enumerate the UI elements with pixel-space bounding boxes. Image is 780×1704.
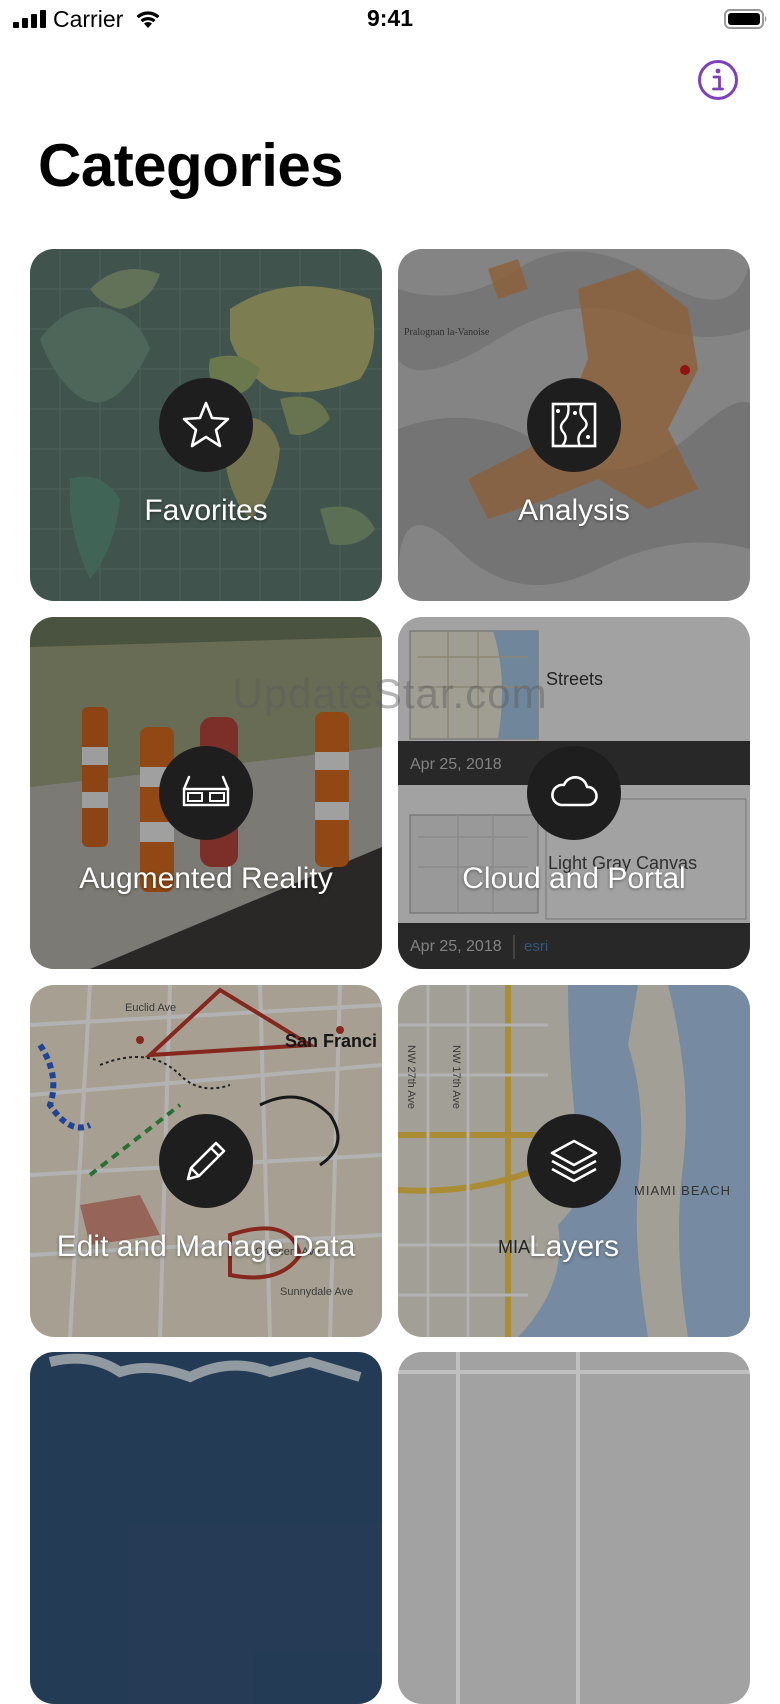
edit-icon-badge <box>159 1114 253 1208</box>
star-icon <box>182 401 230 448</box>
category-card-partial-right[interactable] <box>398 1352 750 1704</box>
cloud-icon-badge <box>527 746 621 840</box>
layers-icon <box>550 1139 598 1183</box>
status-bar: Carrier 9:41 <box>0 0 780 40</box>
layers-icon-badge <box>527 1114 621 1208</box>
satellite-map-thumbnail <box>30 1352 382 1704</box>
pencil-icon <box>186 1141 226 1181</box>
page-title: Categories <box>38 132 344 199</box>
category-card-analysis[interactable]: Pralognan la-Vanoise Analysis <box>398 249 750 601</box>
info-icon[interactable] <box>696 58 740 102</box>
category-card-partial-left[interactable] <box>30 1352 382 1704</box>
map-analysis-icon <box>551 402 597 448</box>
battery-icon <box>724 9 767 29</box>
category-card-layers[interactable]: NW 27th Ave NW 17th Ave MIAMI BEACH MIA … <box>398 985 750 1337</box>
category-label: Analysis <box>518 494 630 527</box>
favorites-icon-badge <box>159 378 253 472</box>
analysis-icon-badge <box>527 378 621 472</box>
category-label: Augmented Reality <box>79 862 333 895</box>
category-card-edit-and-manage-data[interactable]: San Franci Euclid Ave Crescent Ave Sunny… <box>30 985 382 1337</box>
3d-glasses-icon <box>182 775 230 807</box>
category-label: Favorites <box>144 494 268 527</box>
clock: 9:41 <box>366 5 414 31</box>
map-thumbnail <box>398 1352 750 1704</box>
ar-icon-badge <box>159 746 253 840</box>
category-card-augmented-reality[interactable]: Augmented Reality <box>30 617 382 969</box>
cloud-icon <box>551 775 598 807</box>
category-label: Layers <box>528 1230 620 1263</box>
category-label: Cloud and Portal <box>462 862 686 895</box>
category-card-favorites[interactable]: Favorites <box>30 249 382 601</box>
category-label: Edit and Manage Data <box>56 1230 356 1263</box>
category-card-cloud-and-portal[interactable]: Streets Apr 25, 2018 Light Gray Canvas A… <box>398 617 750 969</box>
